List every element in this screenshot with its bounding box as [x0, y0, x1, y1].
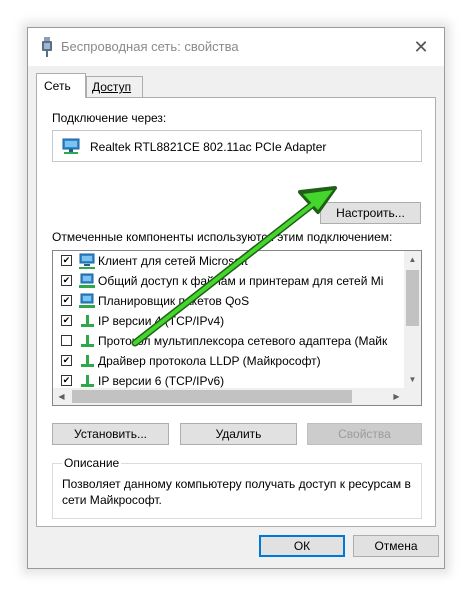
component-label: Общий доступ к файлам и принтерам для се… [98, 274, 384, 288]
component-checkbox[interactable] [61, 375, 72, 386]
component-label: IP версии 4 (TCP/IPv4) [98, 314, 225, 328]
scroll-left-icon[interactable]: ◀ [53, 388, 70, 405]
list-item[interactable]: Общий доступ к файлам и принтерам для се… [53, 271, 405, 291]
scroll-right-icon[interactable]: ▶ [388, 388, 405, 405]
scroll-up-icon[interactable]: ▲ [404, 251, 421, 268]
list-item[interactable]: Протокол мультиплексора сетевого адаптер… [53, 331, 405, 351]
properties-dialog: Беспроводная сеть: свойства ✕ Сеть Досту… [27, 27, 445, 569]
description-text: Позволяет данному компьютеру получать до… [62, 477, 411, 507]
connect-via-label: Подключение через: [52, 111, 167, 125]
component-label: Клиент для сетей Microsoft [98, 254, 248, 268]
service-icon [79, 273, 95, 288]
tab-sharing[interactable]: Доступ [86, 76, 143, 97]
description-title: Описание [62, 456, 122, 470]
component-checkbox[interactable] [61, 255, 72, 266]
vertical-scroll-thumb[interactable] [406, 270, 419, 326]
protocol-icon [81, 375, 94, 387]
close-button[interactable]: ✕ [398, 28, 444, 66]
network-adapter-icon [42, 37, 52, 57]
component-label: Протокол мультиплексора сетевого адаптер… [98, 334, 388, 348]
component-checkbox[interactable] [61, 335, 72, 346]
description-group: Описание Позволяет данному компьютеру по… [52, 456, 422, 519]
component-label: Драйвер протокола LLDP (Майкрософт) [98, 354, 321, 368]
tab-network[interactable]: Сеть [36, 73, 86, 98]
list-item[interactable]: Планировщик пакетов QoS [53, 291, 405, 311]
protocol-icon [81, 335, 94, 347]
list-item[interactable]: IP версии 4 (TCP/IPv4) [53, 311, 405, 331]
ok-button[interactable]: ОК [259, 535, 345, 557]
component-checkbox[interactable] [61, 295, 72, 306]
remove-button[interactable]: Удалить [180, 423, 297, 445]
protocol-icon [81, 315, 94, 327]
list-item[interactable]: Клиент для сетей Microsoft [53, 251, 405, 271]
network-card-icon [62, 138, 80, 154]
scroll-down-icon[interactable]: ▼ [404, 371, 421, 388]
install-button[interactable]: Установить... [52, 423, 169, 445]
scrollbar-corner [404, 388, 421, 405]
horizontal-scrollbar[interactable]: ◀ ▶ [53, 388, 405, 405]
list-item[interactable]: Драйвер протокола LLDP (Майкрософт) [53, 351, 405, 371]
client-icon [79, 253, 95, 269]
component-checkbox[interactable] [61, 315, 72, 326]
components-list[interactable]: Клиент для сетей Microsoft Общий доступ … [52, 250, 422, 406]
title-bar[interactable]: Беспроводная сеть: свойства ✕ [28, 28, 444, 66]
network-tab-panel: Подключение через: Realtek RTL8821CE 802… [36, 97, 436, 527]
protocol-icon [81, 355, 94, 367]
tab-network-label: Сеть [44, 79, 71, 93]
service-icon [79, 293, 95, 308]
vertical-scrollbar[interactable]: ▲ ▼ [404, 251, 421, 388]
window-title: Беспроводная сеть: свойства [61, 39, 239, 54]
adapter-name: Realtek RTL8821CE 802.11ac PCIe Adapter [90, 140, 327, 154]
close-icon: ✕ [413, 37, 429, 57]
configure-button[interactable]: Настроить... [320, 202, 421, 224]
components-label: Отмеченные компоненты используются этим … [52, 230, 393, 244]
component-label: Планировщик пакетов QoS [98, 294, 250, 308]
properties-button: Свойства [307, 423, 422, 445]
horizontal-scroll-thumb[interactable] [72, 390, 352, 403]
component-checkbox[interactable] [61, 355, 72, 366]
component-label: IP версии 6 (TCP/IPv6) [98, 374, 225, 388]
cancel-button[interactable]: Отмена [353, 535, 439, 557]
tab-sharing-label: Доступ [92, 80, 132, 94]
component-checkbox[interactable] [61, 275, 72, 286]
adapter-field: Realtek RTL8821CE 802.11ac PCIe Adapter [52, 130, 422, 162]
